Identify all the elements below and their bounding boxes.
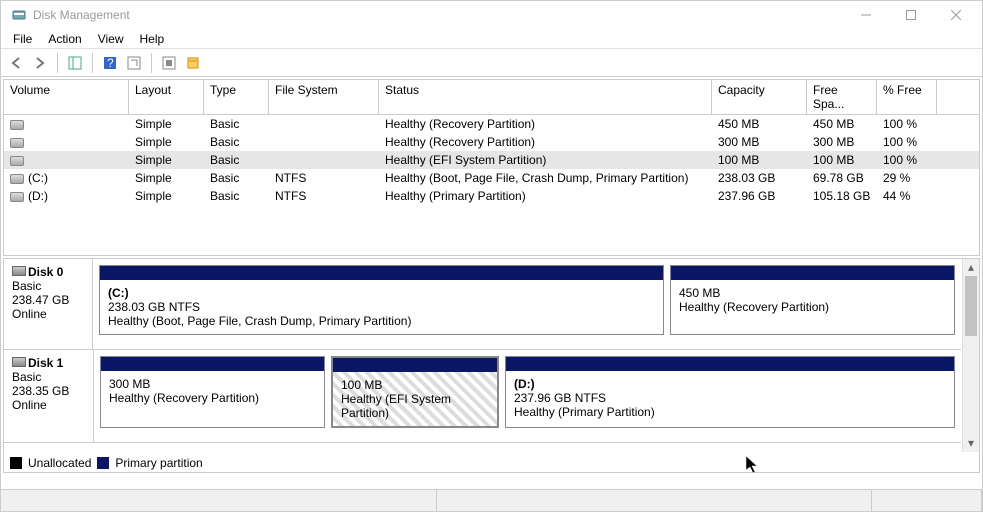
col-volume[interactable]: Volume xyxy=(4,80,129,115)
partition[interactable]: 100 MBHealthy (EFI System Partition) xyxy=(331,356,499,428)
volume-list-header: Volume Layout Type File System Status Ca… xyxy=(4,80,979,115)
scroll-down-button[interactable]: ▾ xyxy=(963,435,979,452)
menu-action[interactable]: Action xyxy=(40,30,89,48)
menu-file[interactable]: File xyxy=(5,30,40,48)
partition-bar xyxy=(100,266,663,280)
scrollbar[interactable]: ▴ ▾ xyxy=(962,259,979,452)
partition-bar xyxy=(506,357,954,371)
window-title: Disk Management xyxy=(33,8,843,22)
volume-row[interactable]: SimpleBasicHealthy (EFI System Partition… xyxy=(4,151,979,169)
legend-label-primary: Primary partition xyxy=(115,456,202,470)
partition[interactable]: 450 MBHealthy (Recovery Partition) xyxy=(670,265,955,335)
col-filesystem[interactable]: File System xyxy=(269,80,379,115)
partition[interactable]: (C:)238.03 GB NTFSHealthy (Boot, Page Fi… xyxy=(99,265,664,335)
partition-bar xyxy=(101,357,324,371)
help-button[interactable]: ? xyxy=(99,52,121,74)
partition[interactable]: 300 MBHealthy (Recovery Partition) xyxy=(100,356,325,428)
status-pane-3 xyxy=(872,490,982,511)
menu-view[interactable]: View xyxy=(90,30,132,48)
disk-graphic-pane: Disk 0Basic238.47 GBOnline(C:)238.03 GB … xyxy=(3,258,980,473)
col-status[interactable]: Status xyxy=(379,80,712,115)
app-icon xyxy=(11,7,27,23)
volume-icon xyxy=(10,156,24,166)
settings-button[interactable] xyxy=(158,52,180,74)
volume-icon xyxy=(10,138,24,148)
scroll-up-button[interactable]: ▴ xyxy=(963,259,979,276)
volume-icon xyxy=(10,174,24,184)
partition-bar xyxy=(333,358,497,372)
forward-button[interactable] xyxy=(29,52,51,74)
disk-info[interactable]: Disk 1Basic238.35 GBOnline xyxy=(4,350,94,442)
status-pane-2 xyxy=(437,490,873,511)
refresh-button[interactable] xyxy=(123,52,145,74)
disk-info[interactable]: Disk 0Basic238.47 GBOnline xyxy=(4,259,93,349)
volume-icon xyxy=(10,120,24,130)
col-pct-free[interactable]: % Free xyxy=(877,80,937,115)
legend: Unallocated Primary partition xyxy=(4,454,979,472)
volume-row[interactable]: (D:)SimpleBasicNTFSHealthy (Primary Part… xyxy=(4,187,979,205)
status-pane-1 xyxy=(1,490,437,511)
properties-button[interactable] xyxy=(182,52,204,74)
col-layout[interactable]: Layout xyxy=(129,80,204,115)
volume-list[interactable]: Volume Layout Type File System Status Ca… xyxy=(3,79,980,256)
maximize-button[interactable] xyxy=(888,1,933,29)
window-titlebar: Disk Management xyxy=(1,1,982,29)
volume-row[interactable]: SimpleBasicHealthy (Recovery Partition)3… xyxy=(4,133,979,151)
close-button[interactable] xyxy=(933,1,978,29)
partition[interactable]: (D:)237.96 GB NTFSHealthy (Primary Parti… xyxy=(505,356,955,428)
minimize-button[interactable] xyxy=(843,1,888,29)
scroll-thumb[interactable] xyxy=(965,276,977,336)
back-button[interactable] xyxy=(5,52,27,74)
disk-icon xyxy=(12,266,26,276)
partition-bar xyxy=(671,266,954,280)
legend-swatch-primary xyxy=(97,457,109,469)
menubar: File Action View Help xyxy=(1,29,982,49)
statusbar xyxy=(1,489,982,511)
legend-swatch-unallocated xyxy=(10,457,22,469)
disk-row: Disk 1Basic238.35 GBOnline300 MBHealthy … xyxy=(4,350,961,443)
volume-row[interactable]: (C:)SimpleBasicNTFSHealthy (Boot, Page F… xyxy=(4,169,979,187)
svg-text:?: ? xyxy=(107,56,114,70)
disk-row: Disk 0Basic238.47 GBOnline(C:)238.03 GB … xyxy=(4,259,961,350)
col-capacity[interactable]: Capacity xyxy=(712,80,807,115)
disk-icon xyxy=(12,357,26,367)
toolbar: ? xyxy=(1,49,982,77)
col-free[interactable]: Free Spa... xyxy=(807,80,877,115)
col-spacer xyxy=(937,80,979,115)
volume-icon xyxy=(10,192,24,202)
volume-row[interactable]: SimpleBasicHealthy (Recovery Partition)4… xyxy=(4,115,979,133)
legend-label-unallocated: Unallocated xyxy=(28,456,91,470)
show-hide-tree-button[interactable] xyxy=(64,52,86,74)
menu-help[interactable]: Help xyxy=(132,30,173,48)
col-type[interactable]: Type xyxy=(204,80,269,115)
